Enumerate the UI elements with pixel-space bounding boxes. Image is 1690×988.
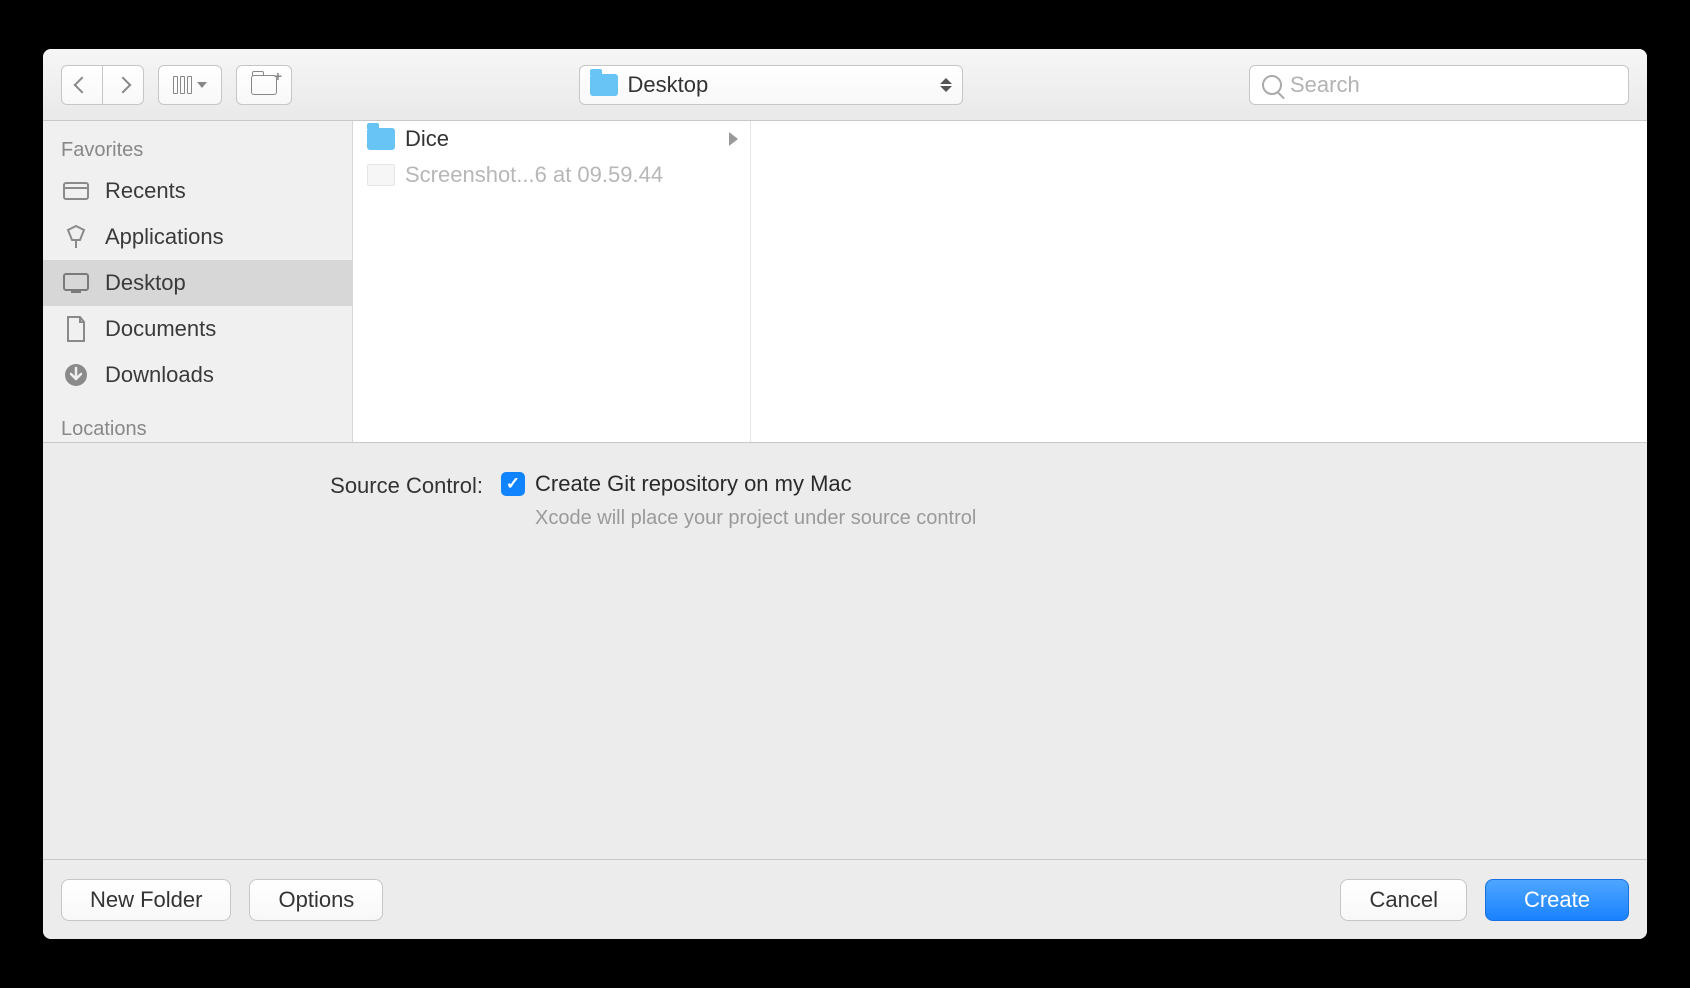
file-thumbnail-icon — [367, 164, 395, 186]
toolbar: Desktop — [43, 49, 1647, 121]
columns-icon — [173, 76, 192, 94]
applications-icon — [61, 224, 91, 250]
stepper-arrows-icon — [940, 78, 952, 92]
folder-icon — [590, 74, 618, 96]
documents-icon — [61, 316, 91, 342]
nav-forward-button[interactable] — [102, 65, 144, 105]
file-column: Dice Screenshot...6 at 09.59.44 — [353, 121, 751, 442]
nav-buttons — [61, 65, 144, 105]
sidebar-header-locations: Locations — [43, 410, 352, 443]
search-box[interactable] — [1249, 65, 1629, 105]
chevron-down-icon — [197, 82, 207, 88]
source-control-section: Source Control: ✓ Create Git repository … — [43, 443, 1647, 538]
sidebar-item-documents[interactable]: Documents — [43, 306, 352, 352]
file-label: Dice — [405, 126, 449, 152]
new-folder-icon — [251, 75, 277, 95]
file-browser: Favorites Recents Applications Desktop D… — [43, 121, 1647, 443]
sidebar-item-label: Downloads — [105, 362, 214, 388]
folder-icon — [367, 128, 395, 150]
file-row-folder[interactable]: Dice — [353, 121, 750, 157]
sidebar-item-label: Documents — [105, 316, 216, 342]
git-checkbox-label: Create Git repository on my Mac — [535, 471, 852, 497]
downloads-icon — [61, 362, 91, 388]
options-button[interactable]: Options — [249, 879, 383, 921]
location-label: Desktop — [628, 72, 930, 98]
sidebar-item-applications[interactable]: Applications — [43, 214, 352, 260]
git-checkbox[interactable]: ✓ — [501, 472, 525, 496]
file-label: Screenshot...6 at 09.59.44 — [405, 162, 663, 188]
cancel-button[interactable]: Cancel — [1340, 879, 1466, 921]
nav-back-button[interactable] — [61, 65, 102, 105]
save-dialog: Desktop Favorites Recents Applications D… — [43, 49, 1647, 939]
view-mode-button[interactable] — [158, 65, 222, 105]
source-control-label: Source Control: — [83, 471, 483, 499]
sidebar-item-desktop[interactable]: Desktop — [43, 260, 352, 306]
location-dropdown[interactable]: Desktop — [579, 65, 963, 105]
create-button[interactable]: Create — [1485, 879, 1629, 921]
sidebar-item-recents[interactable]: Recents — [43, 168, 352, 214]
sidebar: Favorites Recents Applications Desktop D… — [43, 121, 353, 442]
file-row-file[interactable]: Screenshot...6 at 09.59.44 — [353, 157, 750, 193]
new-folder-button[interactable]: New Folder — [61, 879, 231, 921]
search-icon — [1262, 75, 1282, 95]
chevron-right-icon — [729, 132, 738, 146]
sidebar-item-label: Desktop — [105, 270, 186, 296]
sidebar-item-label: Applications — [105, 224, 224, 250]
footer: New Folder Options Cancel Create — [43, 859, 1647, 939]
sidebar-item-downloads[interactable]: Downloads — [43, 352, 352, 398]
group-button[interactable] — [236, 65, 292, 105]
recents-icon — [61, 178, 91, 204]
sidebar-item-label: Recents — [105, 178, 186, 204]
sidebar-header-favorites: Favorites — [43, 131, 352, 168]
desktop-icon — [61, 270, 91, 296]
file-column-empty — [751, 121, 1647, 442]
source-control-hint: Xcode will place your project under sour… — [535, 507, 1607, 530]
search-input[interactable] — [1290, 72, 1616, 98]
